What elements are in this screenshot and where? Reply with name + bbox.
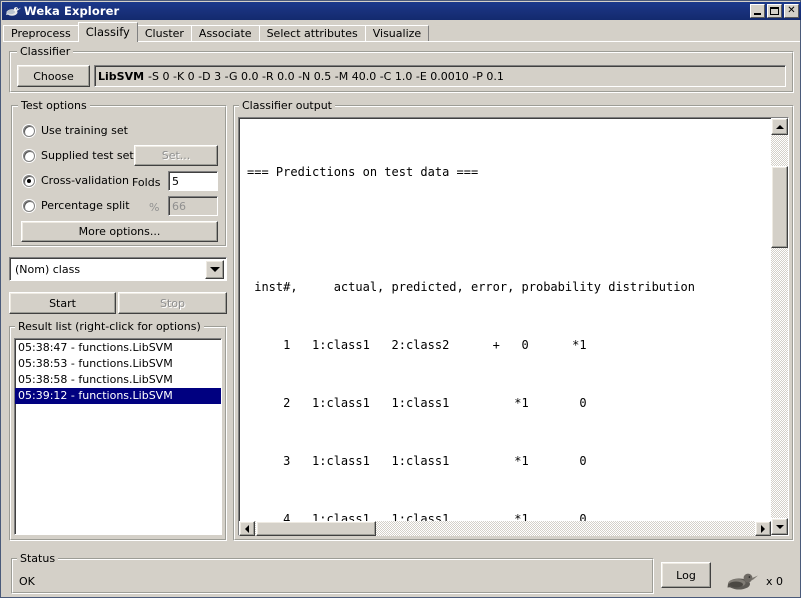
close-button[interactable]: ✕ — [784, 4, 799, 18]
tab-select-attributes[interactable]: Select attributes — [258, 25, 366, 42]
stop-button[interactable]: Stop — [118, 292, 227, 314]
classifier-output-title: Classifier output — [239, 99, 335, 112]
list-item[interactable]: 05:39:12 - functions.LibSVM — [15, 388, 221, 404]
radio-circle-icon — [23, 174, 35, 187]
scroll-up-button[interactable] — [771, 118, 788, 135]
radio-label: Cross-validation — [41, 174, 129, 187]
radio-percentage-split[interactable]: Percentage split — [23, 199, 130, 212]
radio-supplied-test-set[interactable]: Supplied test set — [23, 149, 134, 162]
tab-preprocess[interactable]: Preprocess — [3, 25, 79, 42]
tab-label: Classify — [85, 25, 130, 39]
weka-explorer-window: Weka Explorer ✕ Preprocess Classify Clus… — [0, 0, 801, 598]
result-list[interactable]: 05:38:47 - functions.LibSVM 05:38:53 - f… — [14, 338, 222, 535]
more-options-label: More options... — [78, 225, 161, 238]
tab-visualize[interactable]: Visualize — [364, 25, 430, 42]
maximize-button[interactable] — [767, 4, 782, 18]
list-item[interactable]: 05:38:58 - functions.LibSVM — [15, 372, 221, 388]
vertical-scroll-thumb[interactable] — [771, 166, 788, 248]
status-panel — [11, 558, 654, 594]
radio-label: Supplied test set — [41, 149, 134, 162]
output-line: 2 1:class1 1:class1 *1 0 — [247, 396, 587, 411]
choose-button[interactable]: Choose — [17, 65, 90, 87]
result-list-title: Result list (right-click for options) — [15, 320, 204, 333]
radio-cross-validation[interactable]: Cross-validation — [23, 174, 129, 187]
log-button-label: Log — [676, 568, 696, 582]
tab-associate[interactable]: Associate — [190, 25, 260, 42]
radio-use-training-set[interactable]: Use training set — [23, 124, 128, 137]
title-bar: Weka Explorer ✕ — [2, 2, 801, 20]
percent-split-input[interactable]: 66 — [168, 196, 218, 216]
radio-circle-icon — [23, 149, 35, 162]
folds-input[interactable]: 5 — [168, 171, 218, 191]
tab-label: Cluster — [144, 27, 184, 40]
tab-cluster[interactable]: Cluster — [136, 25, 192, 42]
scroll-down-button[interactable] — [771, 518, 788, 535]
scheme-name: LibSVM — [98, 69, 145, 83]
classifier-output-textarea[interactable]: === Predictions on test data === inst#, … — [238, 117, 789, 536]
output-line: 3 1:class1 1:class1 *1 0 — [247, 454, 587, 469]
list-item[interactable]: 05:38:53 - functions.LibSVM — [15, 356, 221, 372]
window-controls: ✕ — [750, 4, 799, 18]
radio-label: Use training set — [41, 124, 128, 137]
horizontal-scroll-thumb[interactable] — [256, 521, 376, 536]
percent-label: % — [149, 201, 160, 214]
choose-button-label: Choose — [33, 69, 74, 83]
more-options-button[interactable]: More options... — [21, 221, 218, 242]
radio-circle-icon — [23, 199, 35, 212]
classifier-panel-title: Classifier — [17, 45, 74, 58]
main-tabs: Preprocess Classify Cluster Associate Se… — [3, 22, 800, 42]
stop-button-label: Stop — [159, 296, 185, 310]
weka-bird-icon — [5, 4, 21, 18]
output-text: === Predictions on test data === inst#, … — [247, 124, 695, 535]
minimize-button[interactable] — [750, 4, 765, 18]
folds-label: Folds — [132, 176, 161, 189]
task-count-label: x 0 — [766, 575, 784, 588]
radio-circle-icon — [23, 124, 35, 137]
window-title: Weka Explorer — [24, 4, 120, 18]
classifier-scheme-field[interactable]: LibSVM -S 0 -K 0 -D 3 -G 0.0 -R 0.0 -N 0… — [94, 65, 786, 87]
tab-label: Visualize — [372, 27, 422, 40]
start-button[interactable]: Start — [9, 292, 116, 314]
percent-value: 66 — [172, 199, 186, 213]
tab-label: Associate — [198, 27, 252, 40]
chevron-down-icon[interactable] — [205, 259, 224, 279]
status-panel-title: Status — [17, 552, 59, 565]
tab-label: Preprocess — [11, 27, 71, 40]
scheme-options: -S 0 -K 0 -D 3 -G 0.0 -R 0.0 -N 0.5 -M 4… — [148, 69, 504, 83]
status-message: OK — [19, 575, 35, 588]
output-line: inst#, actual, predicted, error, probabi… — [247, 280, 695, 295]
tab-classify[interactable]: Classify — [77, 22, 138, 42]
output-line: === Predictions on test data === — [247, 164, 479, 179]
weka-bird-icon — [725, 571, 758, 590]
output-line: 1 1:class1 2:class2 + 0 *1 — [247, 338, 587, 353]
tab-label: Select attributes — [266, 27, 358, 40]
start-button-label: Start — [49, 296, 76, 310]
list-item[interactable]: 05:38:47 - functions.LibSVM — [15, 340, 221, 356]
set-button-label: Set... — [161, 149, 191, 162]
test-options-title: Test options — [18, 99, 90, 112]
radio-label: Percentage split — [41, 199, 130, 212]
scroll-right-button[interactable] — [755, 521, 771, 536]
class-combo-value: (Nom) class — [15, 262, 81, 276]
log-button[interactable]: Log — [661, 562, 711, 588]
class-attribute-combo[interactable]: (Nom) class — [9, 257, 227, 281]
set-button[interactable]: Set... — [134, 145, 218, 166]
folds-value: 5 — [172, 174, 179, 188]
scroll-left-button[interactable] — [239, 521, 255, 536]
